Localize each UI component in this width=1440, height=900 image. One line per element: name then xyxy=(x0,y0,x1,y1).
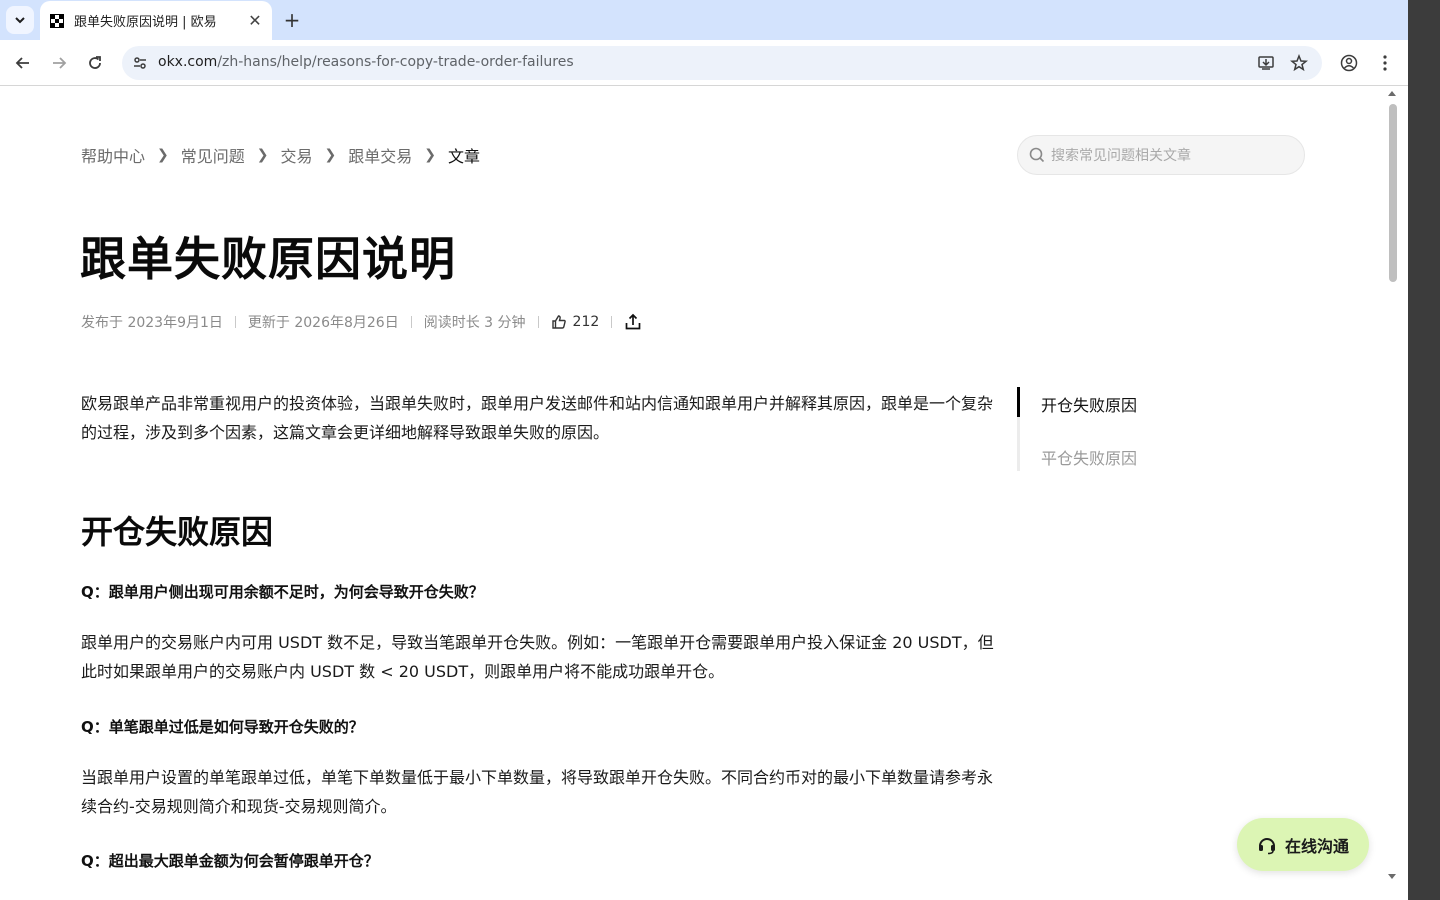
meta-divider xyxy=(234,316,236,328)
published-date: 发布于 2023年9月1日 xyxy=(81,315,223,331)
chevron-right-icon: ❯ xyxy=(256,147,269,163)
share-button[interactable] xyxy=(624,313,642,331)
article-meta: 发布于 2023年9月1日 更新于 2026年8月26日 阅读时长 3 分钟 2… xyxy=(81,312,642,332)
breadcrumb-item-faq[interactable]: 常见问题 xyxy=(181,143,245,167)
like-button[interactable]: 212 xyxy=(551,314,600,330)
question-2: Q：单笔跟单过低是如何导致开仓失败的？ xyxy=(81,718,364,736)
bookmark-star-icon[interactable] xyxy=(1289,53,1309,73)
url-text[interactable]: okx.com/zh-hans/help/reasons-for-copy-tr… xyxy=(158,54,574,70)
toc-active-indicator xyxy=(1017,387,1020,417)
desktop-background xyxy=(1408,0,1440,900)
browser-toolbar: okx.com/zh-hans/help/reasons-for-copy-tr… xyxy=(0,40,1408,86)
breadcrumb-item-help-center[interactable]: 帮助中心 xyxy=(81,143,145,167)
article-intro: 欧易跟单产品非常重视用户的投资体验，当跟单失败时，跟单用户发送邮件和站内信通知跟… xyxy=(81,394,994,442)
page-content: 帮助中心 ❯ 常见问题 ❯ 交易 ❯ 跟单交易 ❯ 文章 跟单失败原因说明 发布… xyxy=(0,87,1387,887)
meta-divider xyxy=(611,316,613,328)
question-3: Q：超出最大跟单金额为何会暂停跟单开仓？ xyxy=(81,852,379,870)
tab-bar: 跟单失败原因说明 | 欧易 ✕ + xyxy=(0,0,1408,40)
headset-icon xyxy=(1258,837,1275,854)
breadcrumb: 帮助中心 ❯ 常见问题 ❯ 交易 ❯ 跟单交易 ❯ 文章 xyxy=(81,143,480,167)
meta-divider xyxy=(410,316,412,328)
forward-button[interactable] xyxy=(44,48,74,78)
site-info-icon[interactable] xyxy=(130,53,150,73)
toc-item-close-failure[interactable]: 平仓失败原因 xyxy=(1041,445,1137,469)
help-search-box[interactable] xyxy=(1017,135,1305,175)
chevron-right-icon: ❯ xyxy=(324,147,337,163)
answer-1: 跟单用户的交易账户内可用 USDT 数不足，导致当笔跟单开仓失败。例如：一笔跟单… xyxy=(81,633,994,681)
install-app-icon[interactable] xyxy=(1256,53,1276,73)
meta-divider xyxy=(537,316,539,328)
kebab-menu-icon xyxy=(1383,55,1387,71)
arrow-right-icon xyxy=(53,57,67,69)
breadcrumb-current: 文章 xyxy=(448,147,481,166)
question-1: Q：跟单用户侧出现可用余额不足时，为何会导致开仓失败？ xyxy=(81,583,484,601)
read-time: 阅读时长 3 分钟 xyxy=(423,315,526,331)
scroll-up-arrow-icon[interactable] xyxy=(1387,88,1397,98)
arrow-left-icon xyxy=(15,57,29,69)
section-heading-open-failure: 开仓失败原因 xyxy=(81,513,274,551)
url-path: /zh-hans/help/reasons-for-copy-trade-ord… xyxy=(217,54,574,70)
browser-window: 跟单失败原因说明 | 欧易 ✕ + okx.com/zh-hans/help/r… xyxy=(0,0,1408,900)
menu-button[interactable] xyxy=(1370,48,1400,78)
breadcrumb-item-copy-trading[interactable]: 跟单交易 xyxy=(348,143,412,167)
chevron-right-icon: ❯ xyxy=(157,147,169,163)
updated-date: 更新于 2026年8月26日 xyxy=(247,315,399,331)
profile-icon xyxy=(1340,54,1358,72)
new-tab-icon[interactable]: + xyxy=(280,8,304,32)
reload-button[interactable] xyxy=(80,48,110,78)
tab-close-icon[interactable]: ✕ xyxy=(246,11,264,30)
share-icon xyxy=(625,313,641,330)
chevron-right-icon: ❯ xyxy=(424,147,436,163)
tab-title: 跟单失败原因说明 | 欧易 xyxy=(74,15,217,30)
online-chat-label: 在线沟通 xyxy=(1284,836,1349,856)
address-bar[interactable]: okx.com/zh-hans/help/reasons-for-copy-tr… xyxy=(122,46,1322,80)
like-count: 212 xyxy=(572,314,600,330)
answer-2: 当跟单用户设置的单笔跟单过低，单笔下单数量低于最小下单数量，将导致跟单开仓失败。… xyxy=(81,768,994,816)
chevron-down-icon xyxy=(15,17,25,24)
back-button[interactable] xyxy=(8,48,38,78)
active-tab[interactable]: 跟单失败原因说明 | 欧易 ✕ xyxy=(40,1,272,40)
scroll-down-arrow-icon[interactable] xyxy=(1387,872,1397,882)
breadcrumb-item-trading[interactable]: 交易 xyxy=(281,143,313,167)
search-input[interactable] xyxy=(1051,145,1291,167)
search-icon xyxy=(1029,147,1045,163)
scrollbar-thumb[interactable] xyxy=(1389,104,1397,282)
article-title: 跟单失败原因说明 xyxy=(80,232,456,286)
profile-button[interactable] xyxy=(1334,48,1364,78)
url-domain: okx.com xyxy=(158,54,218,70)
online-chat-button[interactable]: 在线沟通 xyxy=(1237,818,1369,871)
toc-item-open-failure[interactable]: 开仓失败原因 xyxy=(1041,392,1137,416)
okx-favicon-icon xyxy=(50,13,64,28)
tab-search-button[interactable] xyxy=(6,6,34,34)
thumbs-up-icon xyxy=(551,315,566,329)
reload-icon xyxy=(89,56,101,69)
